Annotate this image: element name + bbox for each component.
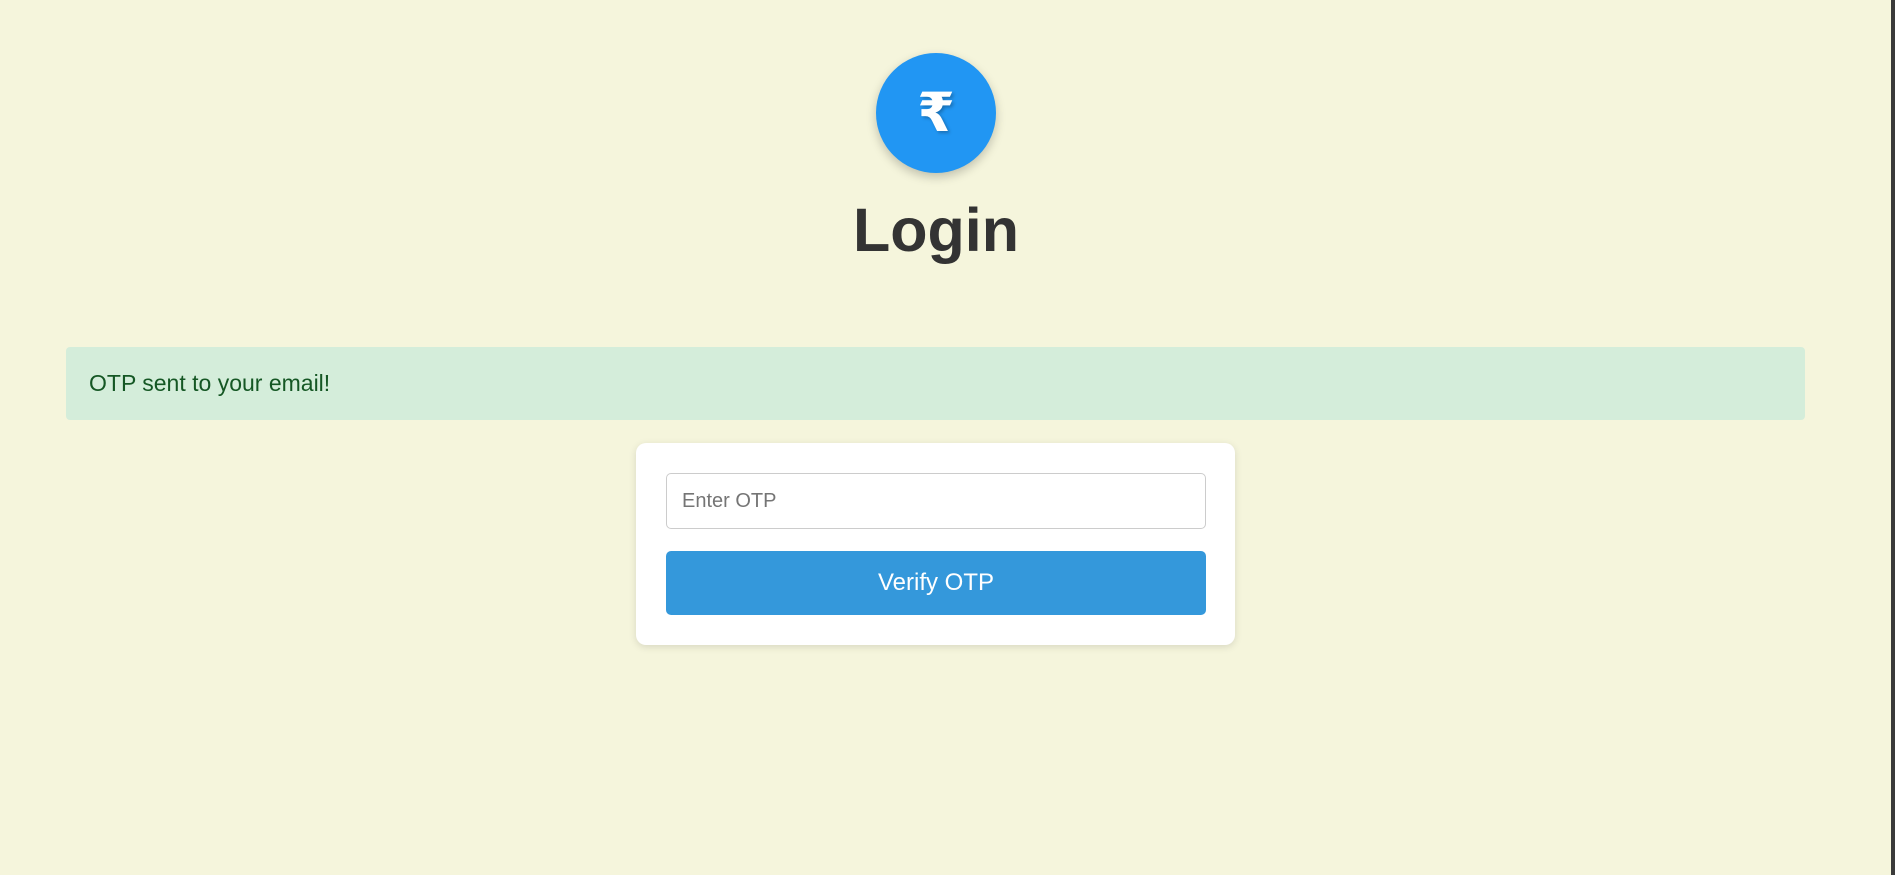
logo: ₹ bbox=[876, 53, 996, 173]
verify-otp-button[interactable]: Verify OTP bbox=[666, 551, 1206, 615]
alert-message: OTP sent to your email! bbox=[89, 370, 331, 396]
rupee-icon: ₹ bbox=[917, 81, 955, 144]
otp-form-card: Verify OTP bbox=[636, 443, 1235, 645]
otp-input[interactable] bbox=[666, 473, 1206, 529]
success-alert: OTP sent to your email! bbox=[66, 347, 1805, 420]
window-edge bbox=[1891, 0, 1895, 875]
page-title: Login bbox=[853, 196, 1019, 264]
